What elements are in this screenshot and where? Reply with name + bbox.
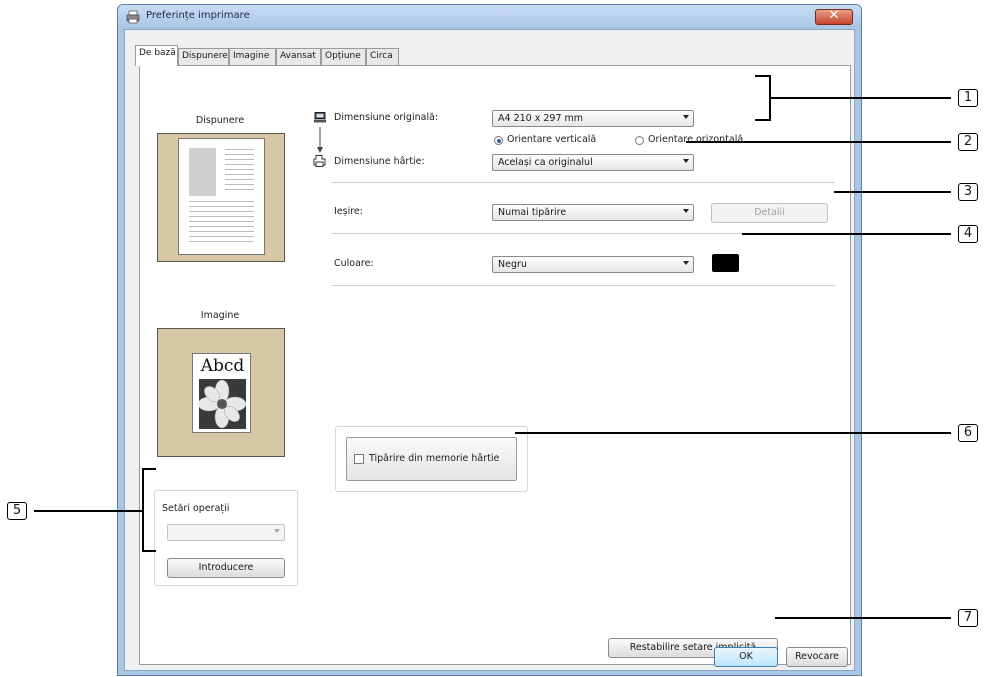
chevron-down-icon [683,209,689,213]
callout-3-line [834,191,951,193]
paper-size-label: Dimensiune hârtie: [334,156,425,167]
orientation-portrait-radio[interactable] [494,136,503,145]
image-preview-sample-text: Abcd [200,356,245,376]
tab-option[interactable]: Opțiune [321,48,366,65]
callout-4: 4 [958,225,978,243]
operation-settings-title: Setări operații [162,503,230,514]
callout-6-line [515,432,951,434]
chevron-down-icon [683,261,689,265]
output-label: Ieșire: [334,206,363,217]
close-icon: ✕ [828,8,840,23]
original-size-label: Dimensiune originală: [334,112,439,123]
separator [332,182,835,183]
original-size-select[interactable]: A4 210 x 297 mm [492,110,694,127]
layout-preview [157,133,285,262]
callout-2: 2 [958,133,978,151]
callout-5-line [34,510,142,512]
layout-preview-caption: Dispunere [195,115,245,126]
enter-button[interactable]: Introducere [167,558,285,578]
window-title: Preferințe imprimare [146,10,250,21]
callout-1: 1 [958,89,978,107]
color-swatch [712,254,739,272]
arrow-down-icon [317,127,323,153]
paper-memory-checkbox[interactable] [354,454,364,464]
printer-icon [126,10,140,24]
image-preview-page: Abcd [192,353,251,433]
basic-tab-panel: Dispunere Imagine Abcd Setări operații I… [139,65,851,665]
callout-7-line [775,617,951,619]
output-select[interactable]: Numai tipărire [492,204,694,221]
tab-about[interactable]: Circa [366,48,399,65]
orientation-portrait-label[interactable]: Orientare verticală [507,134,596,145]
orientation-landscape-label[interactable]: Orientare orizontală [648,134,743,145]
image-preview: Abcd [157,328,285,457]
ok-button[interactable]: OK [714,647,778,667]
close-button[interactable]: ✕ [815,8,853,25]
callout-5: 5 [7,502,27,520]
tab-advanced[interactable]: Avansat [276,48,321,65]
flower-photo-icon [199,379,246,429]
cancel-button[interactable]: Revocare [786,647,848,667]
tab-basic[interactable]: De bază [135,45,178,66]
paper-size-select[interactable]: Același ca originalul [492,154,694,171]
dialog-client-area: De bază Dispunere Imagine Avansat Opțiun… [124,29,855,671]
callout-1-line [771,97,951,99]
separator [332,285,835,286]
orientation-landscape-radio[interactable] [635,136,644,145]
image-preview-caption: Imagine [200,310,240,321]
paper-memory-group: Tipărire din memorie hârtie [335,426,528,492]
callout-4-line [742,233,951,235]
printer-output-icon [313,155,326,167]
chevron-down-icon [683,115,689,119]
original-document-icon [314,112,326,123]
tab-image[interactable]: Imagine [229,48,276,65]
color-label: Culoare: [334,258,374,269]
layout-preview-image-block [189,148,216,196]
chevron-down-icon [274,529,280,533]
callout-1-bracket [755,75,771,121]
details-button[interactable]: Detalii [711,203,828,223]
paper-memory-label[interactable]: Tipărire din memorie hârtie [369,453,499,464]
layout-preview-page [178,138,265,255]
tab-layout[interactable]: Dispunere [178,48,229,65]
title-bar: Preferințe imprimare ✕ [118,5,861,29]
paper-memory-button[interactable]: Tipărire din memorie hârtie [346,437,517,481]
callout-2-line [686,141,951,143]
chevron-down-icon [683,159,689,163]
callout-7: 7 [958,609,978,627]
callout-3: 3 [958,183,978,201]
callout-5-bracket [142,468,156,552]
callout-6: 6 [958,424,978,442]
operation-settings-select[interactable] [167,524,285,541]
color-select[interactable]: Negru [492,256,694,273]
operation-settings-group: Setări operații Introducere [154,490,298,586]
printer-preferences-window: Preferințe imprimare ✕ De bază Dispunere… [117,4,862,676]
